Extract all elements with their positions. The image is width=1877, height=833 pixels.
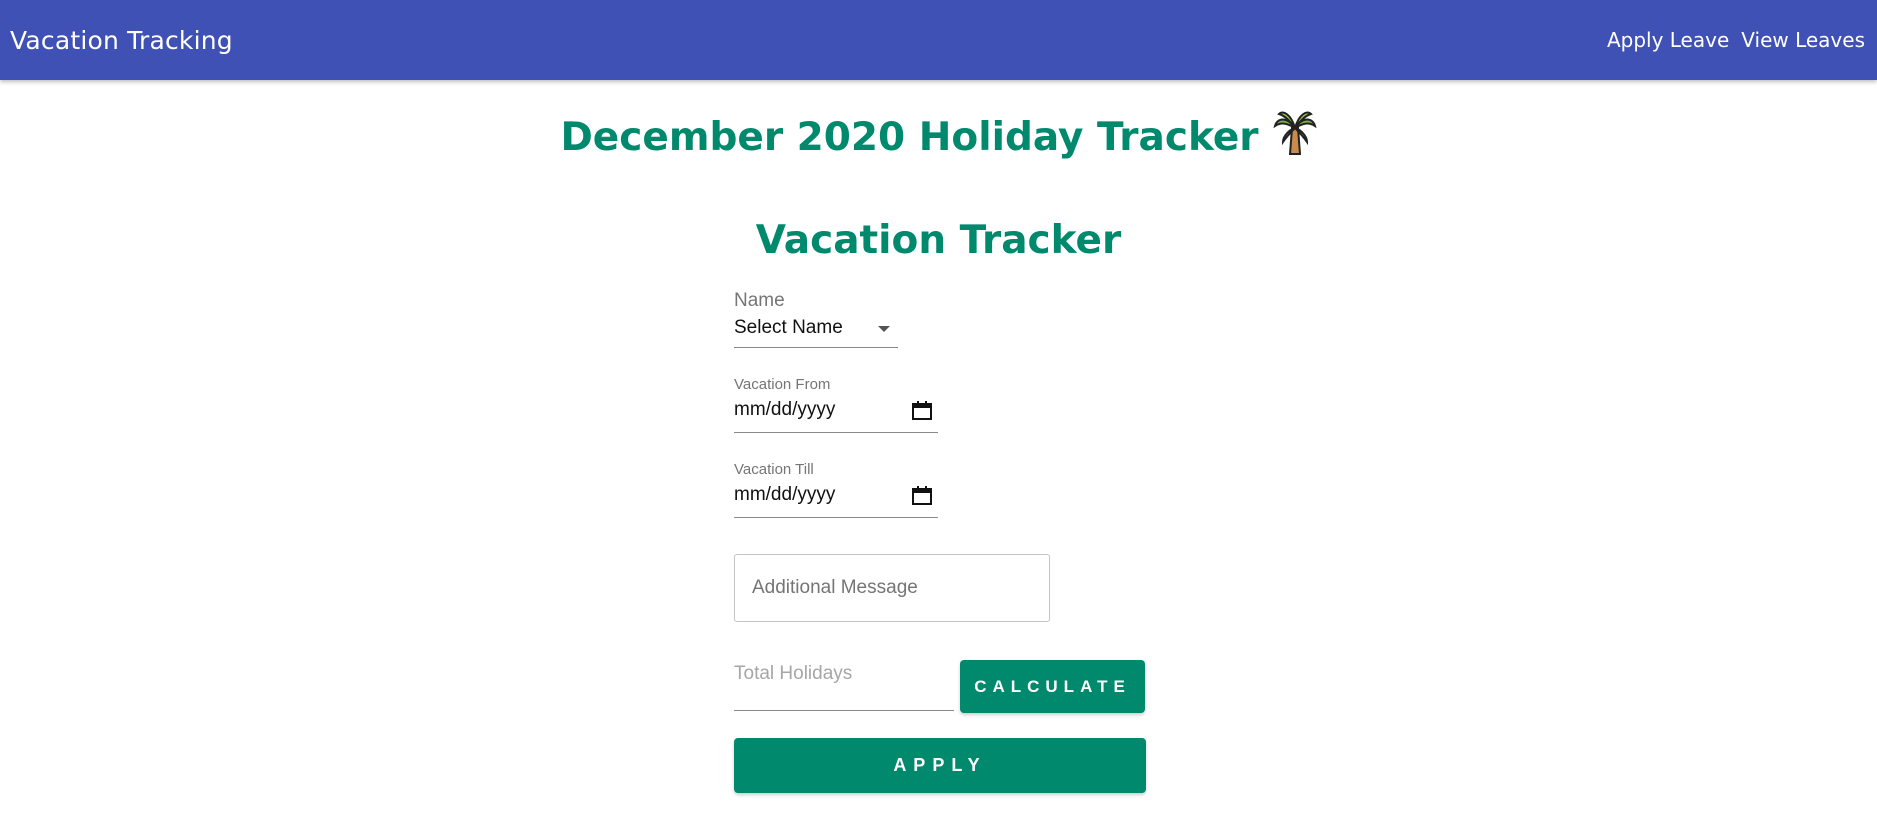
vacation-from-input[interactable]: mm/dd/yyyy <box>734 399 938 433</box>
top-nav: Apply Leave View Leaves <box>1607 28 1865 52</box>
total-holidays-input[interactable]: Total Holidays <box>734 660 954 711</box>
app-title: Vacation Tracking <box>10 25 233 55</box>
additional-message-placeholder: Additional Message <box>752 577 918 598</box>
nav-apply-leave[interactable]: Apply Leave <box>1607 28 1729 52</box>
nav-view-leaves[interactable]: View Leaves <box>1741 28 1865 52</box>
vacation-till-field: Vacation Till mm/dd/yyyy <box>734 461 1146 518</box>
calendar-icon[interactable] <box>912 485 932 511</box>
page-title: December 2020 Holiday Tracker <box>0 108 1877 166</box>
name-select-value: Select Name <box>734 317 843 338</box>
calendar-icon[interactable] <box>912 400 932 426</box>
total-holidays-placeholder: Total Holidays <box>734 663 853 684</box>
vacation-from-label: Vacation From <box>734 376 831 393</box>
additional-message-input[interactable]: Additional Message <box>734 554 1050 622</box>
chevron-down-icon <box>878 326 890 332</box>
name-label: Name <box>734 290 785 311</box>
vacation-till-value: mm/dd/yyyy <box>734 484 836 505</box>
vacation-from-field: Vacation From mm/dd/yyyy <box>734 376 1146 433</box>
vacation-till-label: Vacation Till <box>734 461 814 478</box>
app-bar: Vacation Tracking Apply Leave View Leave… <box>0 0 1877 80</box>
name-field: Name Select Name <box>734 290 1146 348</box>
vacation-till-input[interactable]: mm/dd/yyyy <box>734 484 938 518</box>
apply-button[interactable]: APPLY <box>734 738 1146 793</box>
vacation-from-value: mm/dd/yyyy <box>734 399 836 420</box>
calculate-row: Total Holidays CALCULATE <box>734 660 1146 713</box>
form-title: Vacation Tracker <box>755 218 1122 263</box>
page-title-text: December 2020 Holiday Tracker <box>560 114 1259 160</box>
name-select[interactable]: Select Name <box>734 317 898 348</box>
palm-tree-icon <box>1272 108 1317 166</box>
vacation-form: Name Select Name Vacation From mm/dd/yyy… <box>734 290 1146 793</box>
calculate-button[interactable]: CALCULATE <box>960 660 1145 713</box>
